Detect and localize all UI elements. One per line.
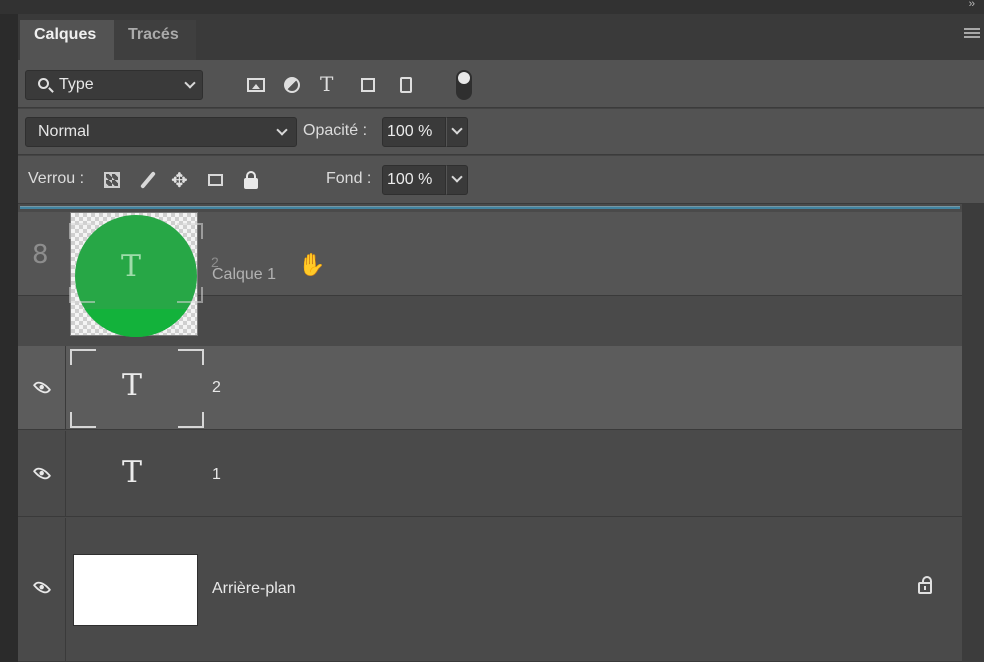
layer-row-2[interactable]: T 2 [18,346,962,430]
type-layer-icon: T [122,368,143,403]
chevron-down-icon [451,171,463,183]
chevron-down-icon [451,123,463,135]
adjustment-layer-filter-icon[interactable] [282,75,302,95]
fill-label: Fond : [326,170,372,187]
lock-label: Verrou : [28,170,85,187]
lock-artboard-icon[interactable] [205,170,225,190]
lock-icon [918,576,932,594]
blend-row: Normal Opacité : 100 % [18,109,984,155]
tab-traces[interactable]: Tracés [114,20,196,60]
panel-tab-bar: Calques Tracés [18,14,984,60]
filter-kind-label: Type [59,76,94,93]
blend-mode-select[interactable]: Normal [25,117,297,147]
type-layer-filter-icon[interactable]: T [320,72,340,96]
layer-row-background[interactable]: Arrière-plan [18,518,962,662]
visibility-eye-icon[interactable] [32,464,52,483]
opacity-dropdown-button[interactable] [446,117,468,147]
pixel-layer-filter-icon[interactable] [246,75,266,95]
fill-dropdown-button[interactable] [446,165,468,195]
layer-name[interactable]: Arrière-plan [212,580,296,598]
grab-hand-cursor-icon: ✋ [298,252,326,277]
type-layer-icon: T [121,249,142,284]
collapse-panels-icon[interactable]: ›› [969,0,975,10]
lock-transparent-pixels-icon[interactable] [102,170,122,190]
layer-thumbnail [73,554,198,626]
window-top-strip: ›› [0,0,984,14]
layers-scrollbar[interactable] [962,204,984,662]
search-icon [38,78,49,89]
lock-position-icon[interactable]: ✥ [171,168,191,192]
opacity-input[interactable]: 100 % [382,117,446,147]
blend-mode-value: Normal [38,123,90,140]
visibility-eye-icon[interactable] [32,578,52,597]
layer-name[interactable]: 1 [212,466,221,484]
hamburger-icon[interactable] [964,28,980,40]
fill-input[interactable]: 100 % [382,165,446,195]
layer-name[interactable]: 2 [212,379,221,397]
link-icon: 8 [32,240,49,270]
smart-object-filter-icon[interactable] [396,75,416,95]
drag-ghost-name: Calque 1 [212,266,277,283]
shape-layer-filter-icon[interactable] [358,75,378,95]
lock-row: Verrou : ✥ Fond : 100 % [18,156,984,204]
opacity-label: Opacité : [303,122,368,139]
filter-toggle-switch[interactable] [456,70,472,100]
chevron-down-icon [276,124,288,136]
filter-kind-select[interactable]: Type [25,70,203,100]
layer-row-1[interactable]: T 1 [18,431,962,517]
filter-row: Type T [18,60,984,108]
type-layer-icon: T [122,455,143,490]
drop-indicator [20,206,960,209]
layers-panel: Calques Tracés Type T Normal Opacité : 1… [18,14,984,662]
tab-calques[interactable]: Calques [20,20,114,60]
visibility-eye-icon[interactable] [32,378,52,397]
lock-image-pixels-icon[interactable] [138,170,158,190]
chevron-down-icon [184,77,196,89]
lock-all-icon[interactable] [241,170,261,190]
